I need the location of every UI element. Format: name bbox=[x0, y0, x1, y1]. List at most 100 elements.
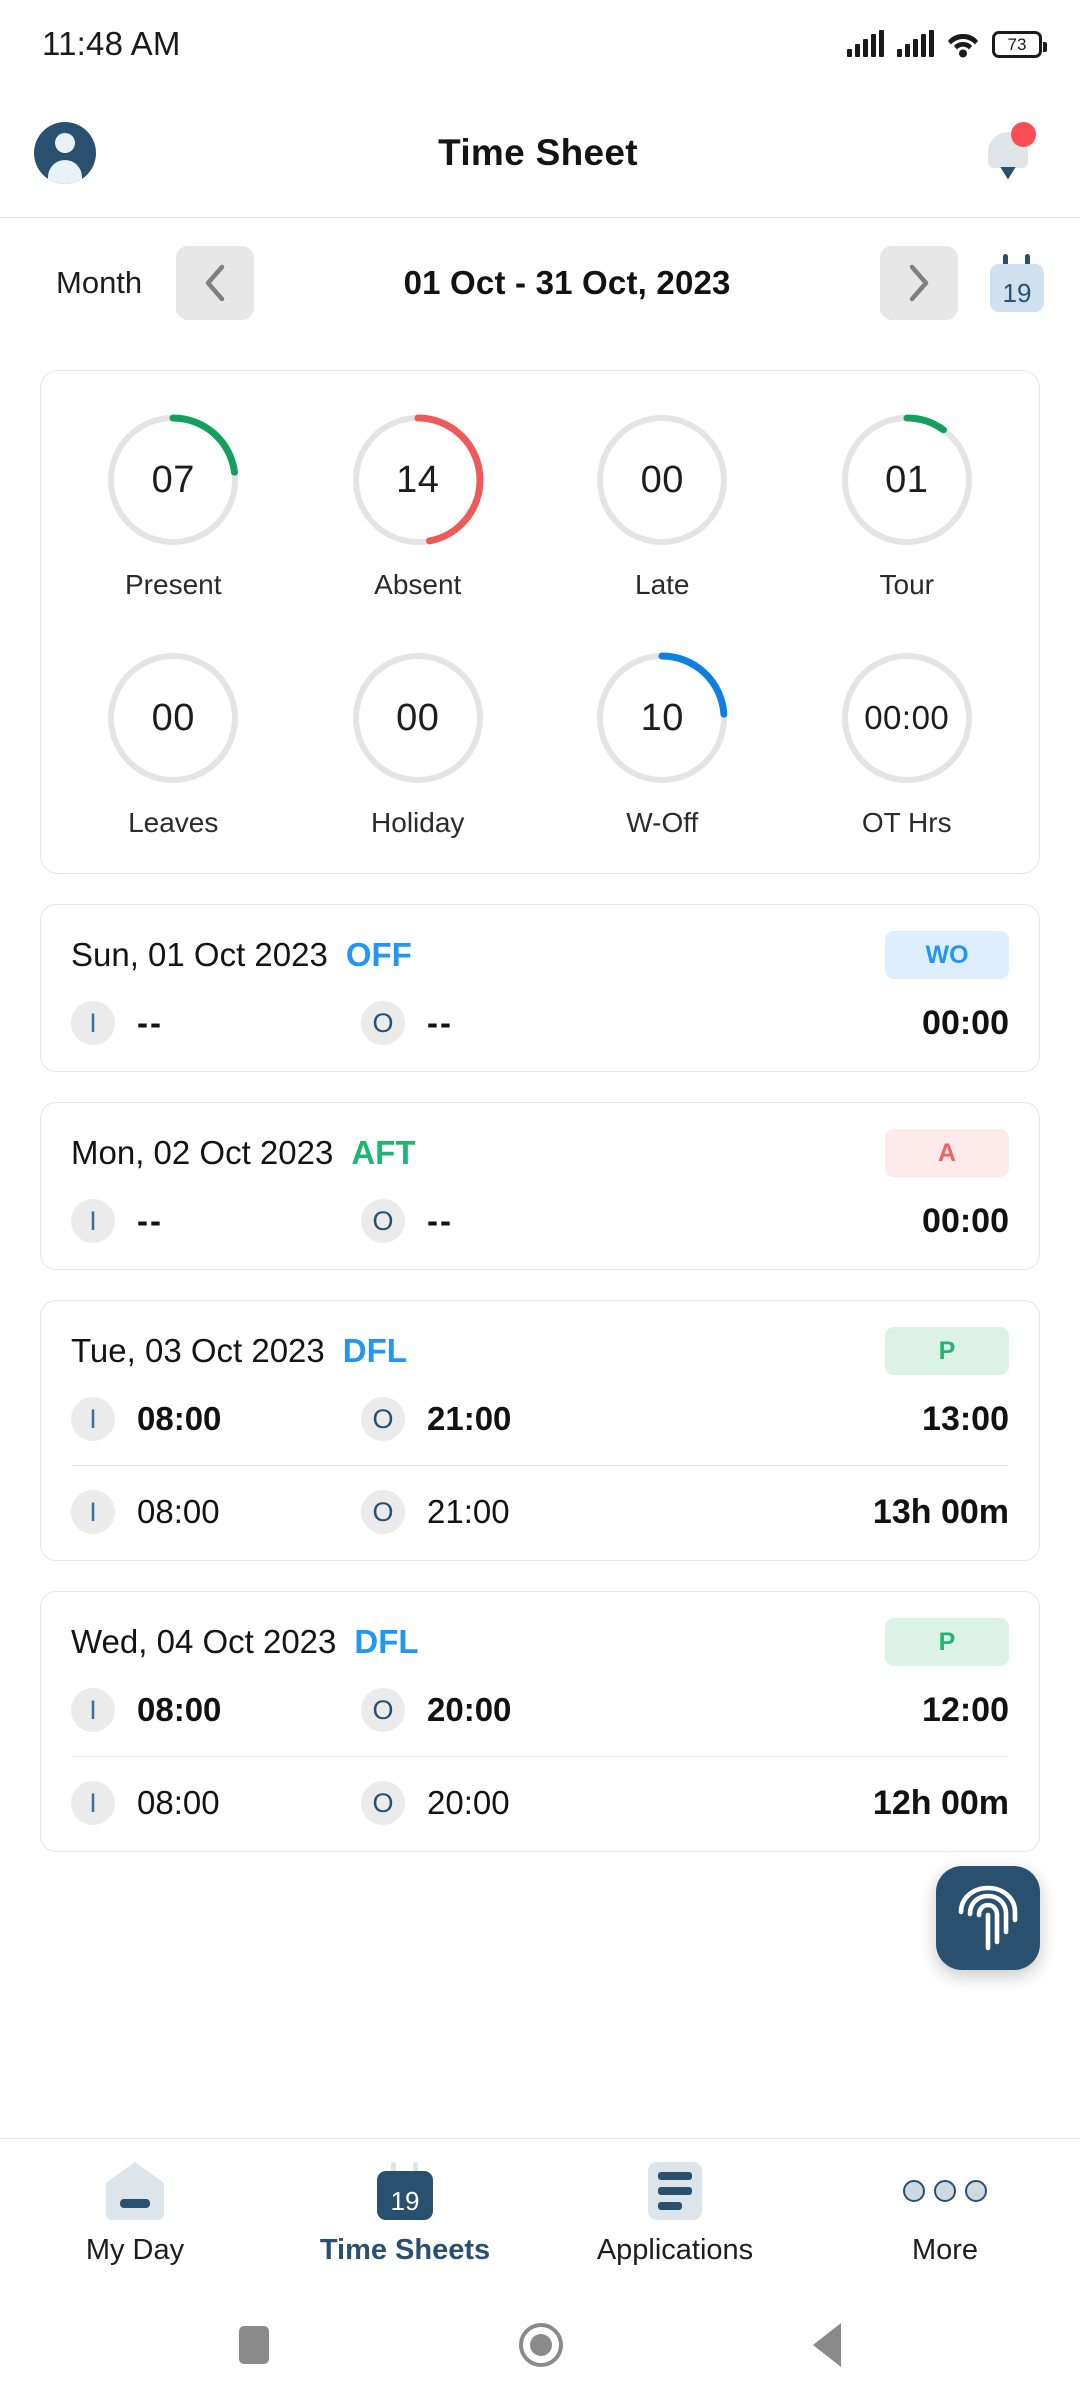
punch-in-time: -- bbox=[137, 1202, 163, 1239]
punch-in-time: -- bbox=[137, 1004, 163, 1041]
punch-total: 00:00 bbox=[922, 1003, 1009, 1042]
day-card[interactable]: Mon, 02 Oct 2023 AFT A I -- O -- 00:00 bbox=[40, 1102, 1040, 1270]
punch-row: I -- O -- 00:00 bbox=[71, 1001, 1009, 1045]
day-shift: DFL bbox=[354, 1623, 419, 1660]
day-shift: DFL bbox=[342, 1332, 407, 1369]
punch-out-time: -- bbox=[427, 1202, 453, 1239]
battery-icon: 73 bbox=[992, 30, 1047, 58]
punch-total: 13h 00m bbox=[872, 1492, 1009, 1531]
punch-out-icon: O bbox=[361, 1781, 405, 1825]
punch-row: I 08:00 O 20:00 12h 00m bbox=[71, 1756, 1009, 1825]
progress-ring-woff: 10 bbox=[593, 649, 731, 787]
month-navigation: Month 01 Oct - 31 Oct, 2023 19 bbox=[0, 218, 1080, 348]
punch-row: I 08:00 O 21:00 13:00 bbox=[71, 1397, 1009, 1441]
punch-row: I -- O -- 00:00 bbox=[71, 1199, 1009, 1243]
day-date: Mon, 02 Oct 2023 bbox=[71, 1134, 334, 1171]
nav-item-applications[interactable]: Applications bbox=[540, 2162, 810, 2267]
stat-present[interactable]: 07 Present bbox=[51, 411, 296, 601]
punch-in-group: I 08:00 bbox=[71, 1688, 361, 1732]
day-card[interactable]: Sun, 01 Oct 2023 OFF WO I -- O -- 00:00 bbox=[40, 904, 1040, 1072]
summary-row-1: 07 Present 14 Absent 00 Late 01 Tour bbox=[51, 411, 1029, 601]
punch-in-group: I 08:00 bbox=[71, 1397, 361, 1441]
punch-row: I 08:00 O 20:00 12:00 bbox=[71, 1688, 1009, 1732]
progress-ring-ot-hrs: 00:00 bbox=[838, 649, 976, 787]
day-date: Tue, 03 Oct 2023 bbox=[71, 1332, 325, 1369]
nav-item-my-day[interactable]: My Day bbox=[0, 2162, 270, 2267]
day-date: Sun, 01 Oct 2023 bbox=[71, 936, 328, 973]
month-label: Month bbox=[56, 265, 143, 300]
punch-total: 13:00 bbox=[922, 1399, 1009, 1438]
triangle-back-icon[interactable] bbox=[813, 2323, 841, 2367]
punch-out-icon: O bbox=[361, 1688, 405, 1732]
punch-out-group: O 21:00 bbox=[361, 1490, 873, 1534]
signal-bars-icon-2 bbox=[897, 30, 934, 57]
punch-out-time: 21:00 bbox=[427, 1493, 510, 1530]
punch-in-group: I -- bbox=[71, 1001, 361, 1045]
punch-in-time: 08:00 bbox=[137, 1400, 222, 1437]
home-bar bbox=[120, 2199, 150, 2208]
progress-ring-present: 07 bbox=[104, 411, 242, 549]
scroll-content[interactable]: 07 Present 14 Absent 00 Late 01 Tour 00 … bbox=[0, 348, 1080, 2138]
stat-late[interactable]: 00 Late bbox=[540, 411, 785, 601]
punch-out-time: 20:00 bbox=[427, 1691, 512, 1728]
signal-bars-icon bbox=[847, 30, 884, 57]
stat-leaves[interactable]: 00 Leaves bbox=[51, 649, 296, 839]
status-badge: P bbox=[885, 1327, 1009, 1375]
calendar-body: 19 bbox=[377, 2171, 433, 2220]
attendance-summary-card: 07 Present 14 Absent 00 Late 01 Tour 00 … bbox=[40, 370, 1040, 874]
calendar-icon: 19 bbox=[377, 2162, 433, 2220]
punch-out-icon: O bbox=[361, 1490, 405, 1534]
bell-icon[interactable] bbox=[980, 121, 1036, 184]
app-bar: Time Sheet bbox=[0, 88, 1080, 218]
punch-in-time: 08:00 bbox=[137, 1784, 220, 1821]
punch-in-group: I 08:00 bbox=[71, 1490, 361, 1534]
date-range-label[interactable]: 01 Oct - 31 Oct, 2023 bbox=[254, 264, 880, 302]
status-bar-clock: 11:48 AM bbox=[42, 25, 181, 62]
stat-value: 00 bbox=[396, 696, 440, 739]
chevron-right-icon[interactable] bbox=[880, 246, 958, 320]
stat-absent[interactable]: 14 Absent bbox=[296, 411, 541, 601]
stat-label: W-Off bbox=[626, 807, 699, 838]
status-bar-icons: 73 bbox=[847, 30, 1047, 58]
stat-holiday[interactable]: 00 Holiday bbox=[296, 649, 541, 839]
punch-out-time: 20:00 bbox=[427, 1784, 510, 1821]
nav-item-time-sheets[interactable]: 19 Time Sheets bbox=[270, 2162, 540, 2267]
punch-row: I 08:00 O 21:00 13h 00m bbox=[71, 1465, 1009, 1534]
punch-in-time: 08:00 bbox=[137, 1493, 220, 1530]
punch-in-icon: I bbox=[71, 1397, 115, 1441]
stat-ot-hrs[interactable]: 00:00 OT Hrs bbox=[785, 649, 1030, 839]
home-roof bbox=[106, 2162, 164, 2220]
square-icon[interactable] bbox=[239, 2326, 269, 2364]
stat-value: 10 bbox=[640, 696, 684, 739]
day-date: Wed, 04 Oct 2023 bbox=[71, 1623, 337, 1660]
user-avatar-icon[interactable] bbox=[34, 121, 96, 184]
punch-out-group: O 21:00 bbox=[361, 1397, 922, 1441]
fingerprint-icon[interactable] bbox=[936, 1866, 1040, 1970]
punch-in-icon: I bbox=[71, 1781, 115, 1825]
circle-icon[interactable] bbox=[519, 2323, 563, 2367]
punch-in-time: 08:00 bbox=[137, 1691, 222, 1728]
calendar-icon[interactable]: 19 bbox=[990, 254, 1044, 312]
stat-label: Late bbox=[635, 569, 690, 600]
calendar-day-number: 19 bbox=[1002, 278, 1032, 308]
day-card[interactable]: Tue, 03 Oct 2023 DFL P I 08:00 O 21:00 1… bbox=[40, 1300, 1040, 1561]
stat-label: Leaves bbox=[128, 807, 219, 838]
status-badge: P bbox=[885, 1618, 1009, 1666]
stat-woff[interactable]: 10 W-Off bbox=[540, 649, 785, 839]
nav-item-more[interactable]: More bbox=[810, 2162, 1080, 2267]
punch-in-group: I 08:00 bbox=[71, 1781, 361, 1825]
page-title: Time Sheet bbox=[438, 131, 638, 173]
home-icon bbox=[106, 2162, 164, 2220]
punch-in-icon: I bbox=[71, 1001, 115, 1045]
day-card[interactable]: Wed, 04 Oct 2023 DFL P I 08:00 O 20:00 1… bbox=[40, 1591, 1040, 1852]
system-navigation-bar bbox=[0, 2290, 1080, 2400]
punch-in-group: I -- bbox=[71, 1199, 361, 1243]
stat-tour[interactable]: 01 Tour bbox=[785, 411, 1030, 601]
punch-in-icon: I bbox=[71, 1199, 115, 1243]
stat-label: OT Hrs bbox=[861, 807, 952, 838]
progress-ring-leaves: 00 bbox=[104, 649, 242, 787]
stat-label: Present bbox=[125, 569, 222, 600]
chevron-left-icon[interactable] bbox=[176, 246, 255, 320]
punch-total: 12h 00m bbox=[872, 1783, 1009, 1822]
punch-out-group: O 20:00 bbox=[361, 1781, 873, 1825]
